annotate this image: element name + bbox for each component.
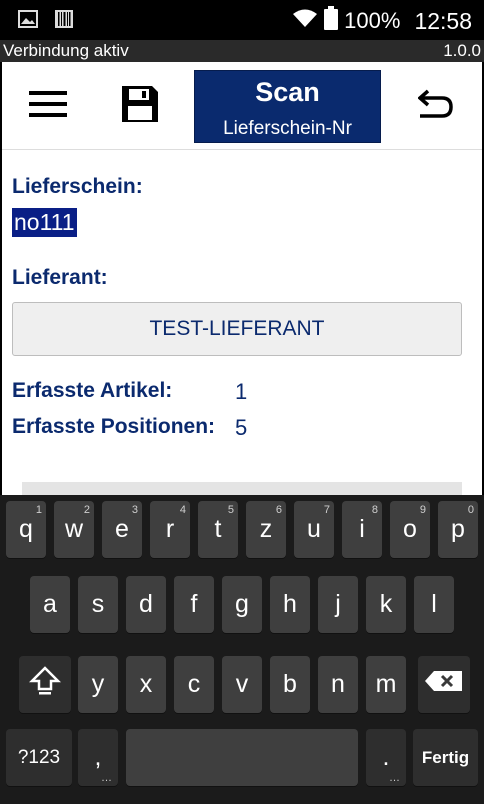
- battery-icon: [324, 6, 339, 36]
- key-w[interactable]: w2: [54, 501, 94, 558]
- comma-key-label: ,: [94, 743, 102, 771]
- symbols-key[interactable]: ?123: [6, 729, 72, 786]
- toolbar: Scan Lieferschein-Nr: [2, 62, 482, 150]
- key-v[interactable]: v: [222, 656, 262, 713]
- key-l[interactable]: l: [414, 576, 454, 633]
- key-t[interactable]: t5: [198, 501, 238, 558]
- key-m[interactable]: m: [366, 656, 406, 713]
- lieferant-label: Lieferant:: [12, 266, 108, 289]
- key-number-hint: 2: [83, 504, 90, 516]
- key-d[interactable]: d: [126, 576, 166, 633]
- scan-button-title: Scan: [255, 77, 320, 107]
- artikel-label: Erfasste Artikel:: [12, 379, 173, 402]
- key-r[interactable]: r4: [150, 501, 190, 558]
- connection-bar: Verbindung aktiv 1.0.0: [0, 40, 484, 62]
- positionen-label: Erfasste Positionen:: [12, 415, 216, 438]
- key-number-hint: 6: [275, 504, 282, 516]
- positionen-count: 5: [235, 415, 248, 440]
- period-key-label: .: [382, 743, 390, 771]
- key-b[interactable]: b: [270, 656, 310, 713]
- lieferschein-value[interactable]: no111: [12, 208, 77, 237]
- key-n[interactable]: n: [318, 656, 358, 713]
- floppy-disk-icon: [122, 85, 158, 127]
- key-e[interactable]: e3: [102, 501, 142, 558]
- back-button[interactable]: [408, 78, 464, 134]
- connection-status: Verbindung aktiv: [3, 41, 129, 60]
- space-key[interactable]: [126, 729, 358, 786]
- period-key[interactable]: . …: [366, 729, 406, 786]
- shift-arrow-icon: [28, 665, 62, 704]
- key-g[interactable]: g: [222, 576, 262, 633]
- key-o[interactable]: o9: [390, 501, 430, 558]
- hamburger-menu-icon: [29, 90, 67, 122]
- key-number-hint: 9: [419, 504, 426, 516]
- key-s[interactable]: s: [78, 576, 118, 633]
- key-a[interactable]: a: [30, 576, 70, 633]
- key-u[interactable]: u7: [294, 501, 334, 558]
- menu-button[interactable]: [20, 78, 76, 134]
- key-number-hint: 1: [35, 504, 42, 516]
- key-number-hint: 8: [371, 504, 378, 516]
- more-punctuation-hint: …: [389, 772, 400, 784]
- undo-arrow-icon: [417, 89, 454, 124]
- key-number-hint: 4: [179, 504, 186, 516]
- scan-button-subtitle: Lieferschein-Nr: [223, 118, 352, 139]
- app-version: 1.0.0: [443, 41, 481, 60]
- scan-lieferschein-button[interactable]: Scan Lieferschein-Nr: [194, 70, 381, 143]
- key-x[interactable]: x: [126, 656, 166, 713]
- status-bar: 100% 12:58: [0, 0, 484, 40]
- backspace-icon: [424, 669, 464, 700]
- key-number-hint: 7: [323, 504, 330, 516]
- wifi-icon: [292, 8, 318, 34]
- soft-keyboard: ?123 , … . … Fertig q1w2e3r4t5z6u7i8o9p0…: [0, 495, 484, 804]
- key-f[interactable]: f: [174, 576, 214, 633]
- artikel-count: 1: [235, 379, 248, 404]
- shift-key[interactable]: [19, 656, 71, 713]
- comma-key[interactable]: , …: [78, 729, 118, 786]
- key-z[interactable]: z6: [246, 501, 286, 558]
- battery-percent: 100%: [344, 8, 401, 33]
- gallery-notification-icon: [18, 10, 38, 33]
- key-number-hint: 5: [227, 504, 234, 516]
- key-h[interactable]: h: [270, 576, 310, 633]
- lieferschein-label: Lieferschein:: [12, 175, 143, 198]
- key-c[interactable]: c: [174, 656, 214, 713]
- key-j[interactable]: j: [318, 576, 358, 633]
- lieferant-select-button[interactable]: TEST-LIEFERANT: [12, 302, 462, 356]
- key-y[interactable]: y: [78, 656, 118, 713]
- app-content: Scan Lieferschein-Nr Lieferschein: no111…: [2, 62, 482, 502]
- key-number-hint: 3: [131, 504, 138, 516]
- barcode-notification-icon: [54, 9, 74, 34]
- key-i[interactable]: i8: [342, 501, 382, 558]
- backspace-key[interactable]: [418, 656, 470, 713]
- key-number-hint: 0: [467, 504, 474, 516]
- key-q[interactable]: q1: [6, 501, 46, 558]
- key-k[interactable]: k: [366, 576, 406, 633]
- clock: 12:58: [414, 7, 472, 34]
- more-punctuation-hint: …: [101, 772, 112, 784]
- done-key[interactable]: Fertig: [413, 729, 478, 786]
- key-p[interactable]: p0: [438, 501, 478, 558]
- save-button[interactable]: [112, 78, 168, 134]
